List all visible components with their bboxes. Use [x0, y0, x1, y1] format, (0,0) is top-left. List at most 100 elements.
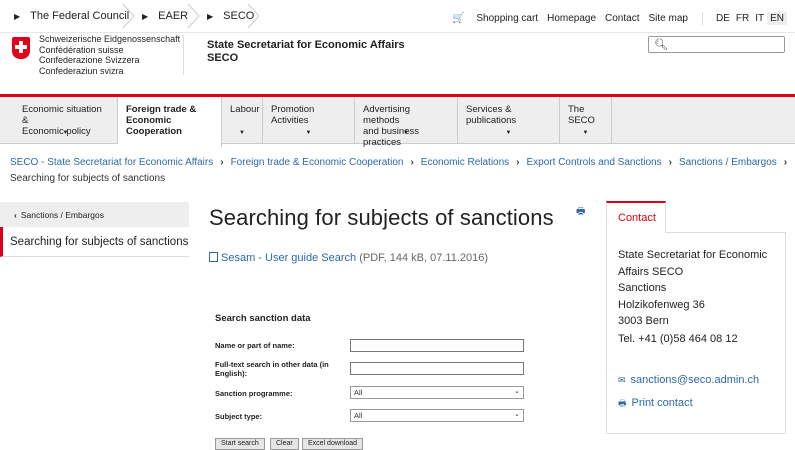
caret-down-icon: ▼ — [239, 130, 245, 136]
fulltext-label-line2: English): — [215, 369, 248, 378]
print-icon[interactable]: 🖶 — [576, 204, 585, 221]
nav-services[interactable]: Services & publications ▼ — [458, 97, 560, 144]
swiss-flag-logo[interactable] — [12, 37, 30, 59]
caret-down-icon: ▼ — [62, 130, 69, 136]
lang-en[interactable]: EN — [767, 12, 787, 25]
lang-fr[interactable]: FR — [733, 12, 752, 25]
sitemap-link[interactable]: Site map — [648, 13, 687, 24]
chevron-left-icon: ‹ — [14, 210, 17, 220]
top-bar: ▶ The Federal Council ▶ EAER ▶ SECO 🛒 Sh… — [0, 0, 795, 33]
name-input[interactable] — [350, 339, 524, 352]
name-label: Name or part of name: — [215, 341, 295, 350]
nav-label: Cooperation — [126, 126, 182, 137]
breadcrumb-seco[interactable]: SECO - State Secretariat for Economic Af… — [10, 157, 213, 168]
nav-advertising[interactable]: Advertising methods and business practic… — [355, 97, 458, 148]
lang-it[interactable]: IT — [752, 12, 767, 25]
nav-label: Foreign trade & — [126, 104, 197, 115]
org-name[interactable]: State Secretariat for Economic Affairs S… — [207, 39, 405, 65]
contact-phone: Tel. +41 (0)58 464 08 12 — [618, 333, 738, 345]
confed-de: Schweizerische Eidgenossenschaft — [39, 34, 181, 44]
contact-link[interactable]: Contact — [605, 13, 639, 24]
chevron-right-icon: › — [220, 157, 224, 168]
separator-chevron — [247, 4, 260, 28]
service-links: 🛒 Shopping cart Homepage Contact Site ma… — [434, 12, 787, 25]
org-name-line2: SECO — [207, 52, 239, 64]
breadcrumb-economic-relations[interactable]: Economic Relations — [421, 157, 509, 168]
triangle-right-icon: ▶ — [207, 11, 214, 21]
pdf-link-label: Sesam - User guide Search — [221, 252, 357, 264]
eaer-link[interactable]: ▶ EAER — [142, 5, 188, 27]
eaer-label: EAER — [158, 10, 189, 22]
pdf-download-link[interactable]: Sesam - User guide Search (PDF, 144 kB, … — [209, 252, 488, 264]
nav-foreign-trade[interactable]: Foreign trade & Economic Cooperation — [118, 97, 222, 147]
clear-button[interactable]: Clear — [270, 438, 299, 450]
cart-icon: 🛒 — [452, 13, 465, 24]
breadcrumb-sanctions[interactable]: Sanctions / Embargos — [679, 157, 777, 168]
sidebar-back-link[interactable]: ‹ Sanctions / Embargos — [0, 202, 189, 227]
federal-council-link[interactable]: ▶ The Federal Council — [14, 5, 129, 27]
caret-down-icon: ▼ — [505, 130, 512, 136]
confed-it: Confederazione Svizzera — [39, 55, 140, 65]
subject-select[interactable]: All ⌄ — [350, 409, 524, 422]
chevron-down-icon: ⌄ — [514, 411, 520, 418]
programme-label: Sanction programme: — [215, 389, 293, 398]
shopping-cart-link[interactable]: 🛒 Shopping cart — [443, 13, 538, 24]
printer-icon: 🖶 — [618, 398, 627, 408]
page-title: Searching for subjects of sanctions — [209, 205, 554, 230]
language-switcher: DE FR IT EN — [701, 12, 787, 25]
nav-label: Services & publications — [466, 104, 517, 126]
breadcrumb-export-controls[interactable]: Export Controls and Sanctions — [527, 157, 662, 168]
separator-chevron — [187, 4, 200, 28]
breadcrumb-foreign-trade[interactable]: Foreign trade & Economic Cooperation — [231, 157, 404, 168]
breadcrumb-current: Searching for subjects of sanctions — [10, 173, 166, 184]
chevron-right-icon: › — [668, 157, 672, 168]
nav-label: Promotion Activities — [271, 104, 315, 126]
chevron-right-icon: › — [516, 157, 520, 168]
programme-value: All — [354, 388, 363, 397]
confed-rm: Confederaziun svizra — [39, 65, 124, 76]
fulltext-label-line1: Full-text search in other data (in — [215, 360, 329, 369]
caret-down-icon: ▼ — [582, 130, 589, 136]
contact-address: State Secretariat for Economic Affairs S… — [618, 247, 767, 330]
print-contact-link[interactable]: 🖶 Print contact — [618, 396, 693, 412]
site-search-input[interactable]: 🔍︎ — [648, 36, 785, 53]
address-line: State Secretariat for Economic — [618, 249, 768, 261]
start-search-button[interactable]: Start search — [215, 438, 265, 450]
sidebar-item-current[interactable]: Searching for subjects of sanctions — [0, 227, 189, 257]
sidebar-back-label: Sanctions / Embargos — [20, 210, 104, 220]
lang-de[interactable]: DE — [713, 12, 733, 25]
triangle-right-icon: ▶ — [142, 11, 149, 21]
contact-tab[interactable]: Contact — [606, 201, 666, 233]
fulltext-input[interactable] — [350, 362, 524, 375]
nav-the-seco[interactable]: The SECO ▼ — [560, 97, 612, 144]
address-line: Sanctions — [618, 282, 667, 294]
subject-label: Subject type: — [215, 412, 263, 421]
org-name-line1: State Secretariat for Economic Affairs — [207, 39, 405, 51]
breadcrumb: SECO - State Secretariat for Economic Af… — [10, 155, 794, 187]
confederation-names: Schweizerische Eidgenossenschaft Confédé… — [39, 34, 180, 76]
nav-label: The SECO — [568, 104, 595, 126]
fulltext-label: Full-text search in other data (in Engli… — [215, 360, 329, 378]
nav-economic-situation[interactable]: Economic situation & Economic policy ▼ — [14, 97, 118, 144]
excel-download-button[interactable]: Excel download — [302, 438, 364, 450]
address-line: Affairs SECO — [618, 265, 684, 278]
nav-promotion[interactable]: Promotion Activities ▼ — [263, 97, 355, 144]
caret-down-icon: ▼ — [305, 130, 312, 136]
header-divider — [183, 35, 184, 75]
contact-email-link[interactable]: ✉ sanctions@seco.admin.ch — [618, 374, 759, 386]
homepage-link[interactable]: Homepage — [547, 13, 596, 24]
address-line: Holzikofenweg 36 — [618, 298, 705, 311]
search-icon[interactable]: 🔍︎ — [654, 38, 668, 51]
nav-label: Advertising methods — [363, 104, 410, 126]
sidebar-current-label: Searching for subjects of sanctions — [10, 236, 189, 248]
chevron-down-icon: ⌄ — [514, 388, 520, 395]
nav-label: Economic situation & — [22, 104, 102, 126]
programme-select[interactable]: All ⌄ — [350, 386, 524, 399]
print-contact-label: Print contact — [631, 397, 693, 409]
contact-email: sanctions@seco.admin.ch — [630, 374, 760, 386]
chevron-right-icon: › — [410, 157, 414, 168]
main-navigation: Economic situation & Economic policy ▼ F… — [0, 94, 795, 148]
nav-labour[interactable]: Labour ▼ — [222, 97, 263, 144]
nav-label: Economic — [126, 115, 172, 126]
site-header: Schweizerische Eidgenossenschaft Confédé… — [0, 33, 795, 95]
